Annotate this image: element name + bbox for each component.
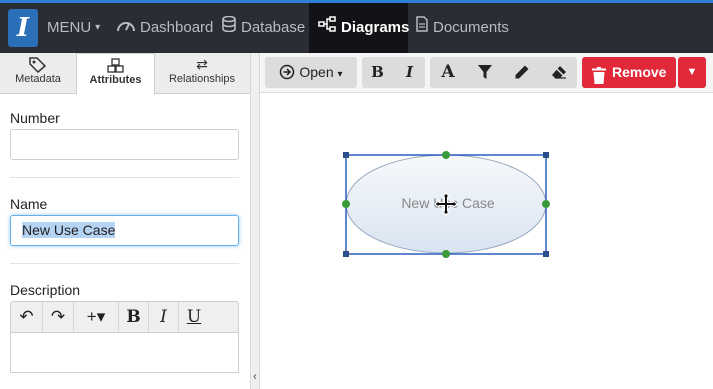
remove-label: Remove <box>612 64 667 80</box>
name-field-value: New Use Case <box>22 222 116 238</box>
remove-options-dropdown[interactable]: ▼ <box>678 57 706 88</box>
nav-documents-label: Documents <box>433 19 509 36</box>
tag-icon <box>0 53 76 74</box>
collapse-panel-icon[interactable]: ‹ <box>251 367 259 385</box>
italic-icon[interactable]: I <box>149 302 179 332</box>
nav-database-label: Database <box>241 19 306 36</box>
exchange-icon: ⇄ <box>196 56 208 72</box>
caret-down-icon: ▾ <box>337 69 343 80</box>
menu-dropdown[interactable]: MENU ▾ <box>47 3 100 53</box>
document-icon <box>416 3 428 53</box>
description-label: Description <box>10 282 81 298</box>
panel-tabs: Metadata Attributes ⇄ Relationships <box>0 53 250 95</box>
divider <box>10 177 239 178</box>
cubes-icon <box>77 54 154 74</box>
number-label: Number <box>10 110 60 126</box>
font-icon[interactable]: A <box>430 57 466 88</box>
bold-icon[interactable]: B <box>119 302 149 332</box>
divider <box>10 263 239 264</box>
name-field[interactable]: New Use Case <box>10 215 239 246</box>
caret-down-icon: ▾ <box>95 22 101 33</box>
undo-icon[interactable]: ↶ <box>11 302 43 332</box>
nav-dashboard[interactable]: Dashboard <box>117 3 213 53</box>
underline-icon[interactable]: U <box>179 302 209 332</box>
nav-dashboard-label: Dashboard <box>140 19 214 36</box>
name-label: Name <box>10 196 48 212</box>
bold-icon[interactable]: B <box>362 57 393 88</box>
move-cursor-icon <box>434 192 458 216</box>
pencil-icon[interactable] <box>503 57 540 88</box>
sitemap-icon <box>318 3 336 53</box>
description-editor[interactable] <box>10 333 239 373</box>
tab-metadata-label: Metadata <box>15 73 61 85</box>
insert-dropdown-button[interactable]: +▾ <box>74 302 119 332</box>
trash-icon <box>592 64 606 95</box>
app-logo[interactable]: I <box>8 9 38 47</box>
format-group: B I <box>362 57 425 88</box>
panel-splitter[interactable] <box>250 53 260 389</box>
nav-diagrams-label: Diagrams <box>341 19 410 36</box>
properties-panel: Metadata Attributes ⇄ Relationships Numb… <box>0 53 250 389</box>
open-label: Open <box>299 64 334 80</box>
top-navbar: I MENU ▾ Dashboard Database Diagrams Doc… <box>0 0 713 53</box>
tab-attributes[interactable]: Attributes <box>76 53 155 95</box>
arrow-circle-icon <box>279 64 299 80</box>
tab-relationships-label: Relationships <box>168 73 236 85</box>
filter-icon[interactable] <box>466 57 503 88</box>
dashboard-icon <box>117 3 135 53</box>
nav-documents[interactable]: Documents <box>416 3 509 53</box>
number-field[interactable] <box>10 129 239 160</box>
nav-database[interactable]: Database <box>222 3 305 53</box>
database-icon <box>222 3 236 53</box>
remove-button[interactable]: Remove <box>582 57 676 88</box>
diagram-canvas[interactable] <box>260 93 713 389</box>
open-dropdown-button[interactable]: Open ▾ <box>265 57 357 88</box>
tab-attributes-label: Attributes <box>89 74 142 86</box>
eraser-icon[interactable] <box>540 57 577 88</box>
tab-relationships[interactable]: ⇄ Relationships <box>156 53 248 94</box>
nav-diagrams[interactable]: Diagrams <box>309 3 410 53</box>
redo-icon[interactable]: ↷ <box>43 302 74 332</box>
style-group: A <box>430 57 577 88</box>
diagram-toolbar: Open ▾ B I A Remove ▼ <box>260 53 713 93</box>
menu-label: MENU <box>47 19 92 36</box>
description-editor-toolbar: ↶ ↷ +▾ B I U <box>10 301 239 333</box>
tab-metadata[interactable]: Metadata <box>0 53 76 94</box>
caret-down-icon: ▼ <box>686 66 698 78</box>
italic-icon[interactable]: I <box>394 57 425 88</box>
